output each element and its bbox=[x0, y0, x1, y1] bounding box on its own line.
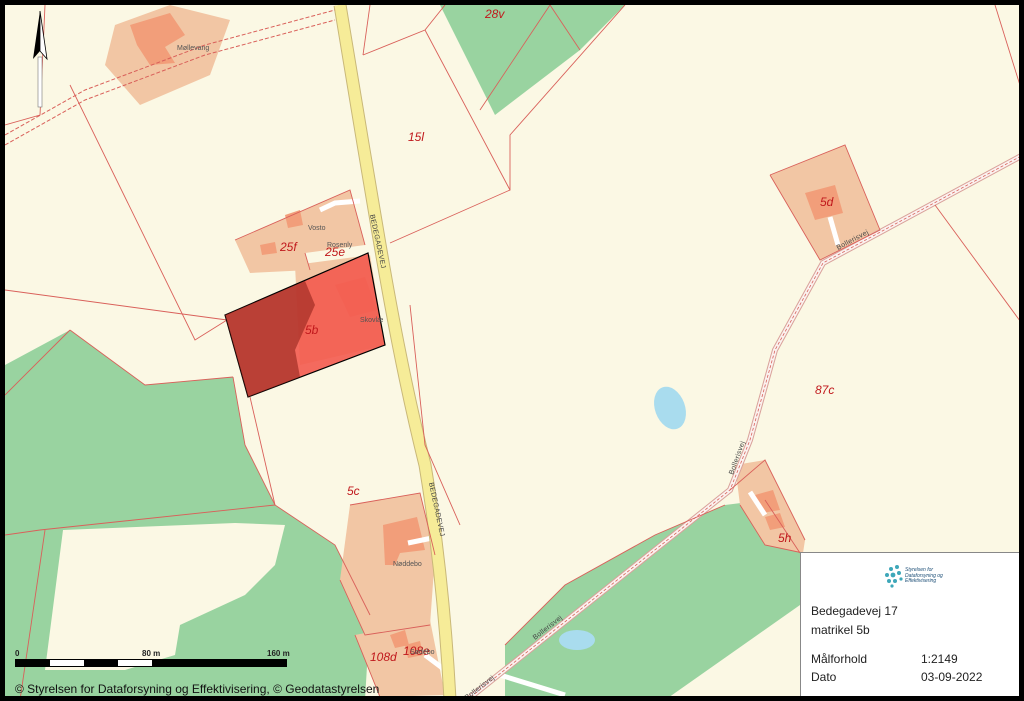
parcel-label-25f: 25f bbox=[279, 240, 298, 254]
map-frame: 28v 15l 25f 25e 5b 5d 87c 5c 5h 108d 108… bbox=[3, 3, 1021, 698]
place-label-skovlae: Skovlæ bbox=[360, 317, 383, 324]
parcel-label-15l: 15l bbox=[408, 130, 424, 144]
scale-bar-graphic bbox=[15, 659, 287, 667]
forest-area-north bbox=[440, 5, 625, 115]
parcel-label-28v: 28v bbox=[484, 7, 505, 21]
lake-south bbox=[559, 630, 595, 650]
copyright-text: © Styrelsen for Dataforsyning og Effekti… bbox=[15, 682, 380, 696]
scale-label-80: 80 m bbox=[142, 649, 161, 658]
place-label-vosto: Vosto bbox=[308, 225, 326, 232]
scale-key: Målforhold bbox=[811, 652, 868, 666]
north-arrow-icon bbox=[33, 11, 48, 108]
parcel-label-5b: 5b bbox=[305, 323, 319, 337]
lake-east bbox=[654, 386, 686, 430]
scale-value: 1:2149 bbox=[921, 652, 958, 666]
info-box: Styrelsen for Dataforsyning og Effektivi… bbox=[800, 552, 1019, 696]
parcel-label-87c: 87c bbox=[815, 383, 834, 397]
matrikel-text: matrikel 5b bbox=[811, 623, 870, 637]
parcel-label-5d: 5d bbox=[820, 195, 834, 209]
road-label-bollerisvej-4: Bollerisvej bbox=[464, 674, 496, 698]
place-label-sodebo: Sødebo bbox=[410, 649, 435, 656]
parcel-label-5h: 5h bbox=[778, 531, 792, 545]
scale-bar: 0 80 m 160 m bbox=[15, 649, 295, 673]
place-label-mollevang: Møllevang bbox=[177, 45, 209, 52]
scale-label-160: 160 m bbox=[267, 649, 290, 658]
parcel-label-5c: 5c bbox=[347, 484, 360, 498]
date-value: 03-09-2022 bbox=[921, 670, 983, 684]
address-text: Bedegadevej 17 bbox=[811, 604, 898, 618]
place-label-rosenly: Rosenly bbox=[327, 242, 353, 249]
date-key: Dato bbox=[811, 670, 837, 684]
place-label-naddebo: Nøddebo bbox=[393, 561, 422, 568]
scale-label-0: 0 bbox=[15, 649, 20, 658]
parcel-label-108d: 108d bbox=[370, 650, 397, 664]
logo-text: Styrelsen for Dataforsyning og Effektivi… bbox=[905, 567, 943, 584]
